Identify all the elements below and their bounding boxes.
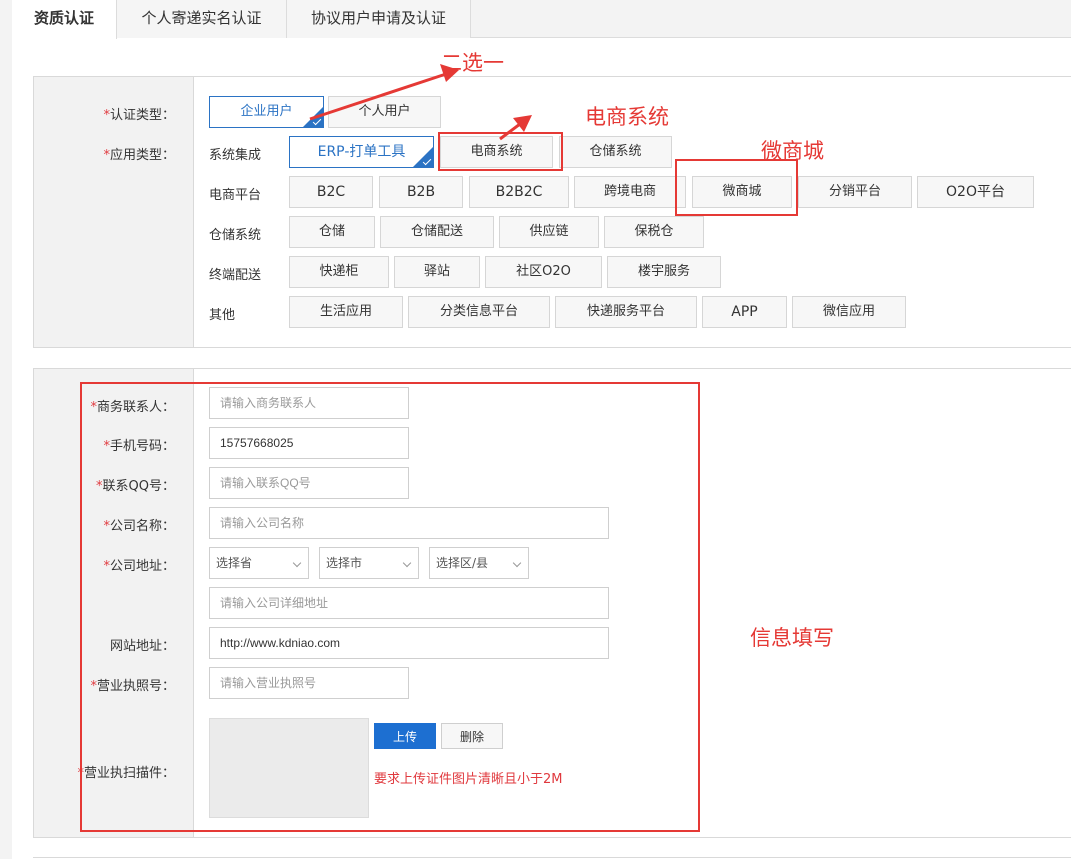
annotation-choose-one: 二选一 [441,51,504,75]
auth-type-label: *认证类型： [103,108,175,123]
selected-corner [302,106,324,128]
row-label-ecommerce-platform: 电商平台 [209,188,262,203]
auth-option-enterprise[interactable]: 企业用户 [209,96,324,128]
license-input[interactable] [209,667,409,699]
app-option-locker[interactable]: 快递柜 [289,256,389,288]
row-label-warehouse: 仓储系统 [209,228,262,243]
tab-qualification[interactable]: 资质认证 [12,0,117,39]
app-option-classified-info[interactable]: 分类信息平台 [408,296,550,328]
qq-label: *联系QQ号： [96,479,175,494]
app-option-express-service[interactable]: 快递服务平台 [555,296,697,328]
address-detail-input[interactable] [209,587,609,619]
license-image-preview[interactable] [209,718,369,818]
type-panel [33,76,1071,348]
city-select[interactable]: 选择市 [319,547,419,579]
delete-button[interactable]: 删除 [441,723,503,749]
app-option-supply-chain[interactable]: 供应链 [499,216,599,248]
qq-input[interactable] [209,467,409,499]
left-gutter [0,0,12,859]
app-option-b2b[interactable]: B2B [379,176,463,208]
app-type-label: *应用类型： [103,148,175,163]
app-option-storage[interactable]: 仓储 [289,216,375,248]
company-label: *公司名称： [103,519,175,534]
app-option-erp[interactable]: ERP-打单工具 [289,136,434,168]
chevron-down-icon [402,558,412,568]
app-option-cross-border[interactable]: 跨境电商 [574,176,686,208]
app-option-bonded-warehouse[interactable]: 保税仓 [604,216,704,248]
district-select[interactable]: 选择区/县 [429,547,529,579]
selected-corner [412,146,434,168]
app-option-station[interactable]: 驿站 [394,256,480,288]
app-option-community-o2o[interactable]: 社区O2O [485,256,602,288]
upload-hint: 要求上传证件图片清晰且小于2M [374,772,563,787]
scan-label: *营业执扫描件： [77,766,175,781]
bottom-divider [33,857,1071,858]
license-label: *营业执照号： [90,679,175,694]
contact-input[interactable] [209,387,409,419]
app-option-building-service[interactable]: 楼宇服务 [607,256,721,288]
address-label: *公司地址： [103,559,175,574]
company-input[interactable] [209,507,609,539]
app-option-app[interactable]: APP [702,296,787,328]
app-option-storage-delivery[interactable]: 仓储配送 [380,216,494,248]
province-select[interactable]: 选择省 [209,547,309,579]
app-option-warehouse-system[interactable]: 仓储系统 [559,136,672,168]
annotation-micro-mall: 微商城 [761,139,824,163]
app-option-o2o[interactable]: O2O平台 [917,176,1034,208]
app-option-life-app[interactable]: 生活应用 [289,296,403,328]
annotation-ecommerce-system: 电商系统 [585,105,669,129]
contact-label: *商务联系人： [90,400,175,415]
annotation-info-fill: 信息填写 [750,626,834,650]
website-label: 网站地址： [109,639,175,654]
phone-label: *手机号码： [103,439,175,454]
app-option-distribution[interactable]: 分销平台 [798,176,912,208]
row-label-other: 其他 [209,308,236,323]
upload-button[interactable]: 上传 [374,723,436,749]
app-option-ecommerce-system[interactable]: 电商系统 [440,136,553,168]
chevron-down-icon [512,558,522,568]
tab-personal-realname[interactable]: 个人寄递实名认证 [117,0,287,38]
app-option-micro-mall[interactable]: 微商城 [692,176,792,208]
auth-option-personal[interactable]: 个人用户 [328,96,441,128]
tab-bar: 资质认证 个人寄递实名认证 协议用户申请及认证 [12,0,1071,39]
app-option-b2c[interactable]: B2C [289,176,373,208]
row-label-system-integration: 系统集成 [209,148,262,163]
website-input[interactable] [209,627,609,659]
app-option-wechat-app[interactable]: 微信应用 [792,296,906,328]
tab-agreement-user[interactable]: 协议用户申请及认证 [287,0,471,38]
chevron-down-icon [292,558,302,568]
row-label-terminal-delivery: 终端配送 [209,268,262,283]
app-option-b2b2c[interactable]: B2B2C [469,176,569,208]
phone-input[interactable] [209,427,409,459]
